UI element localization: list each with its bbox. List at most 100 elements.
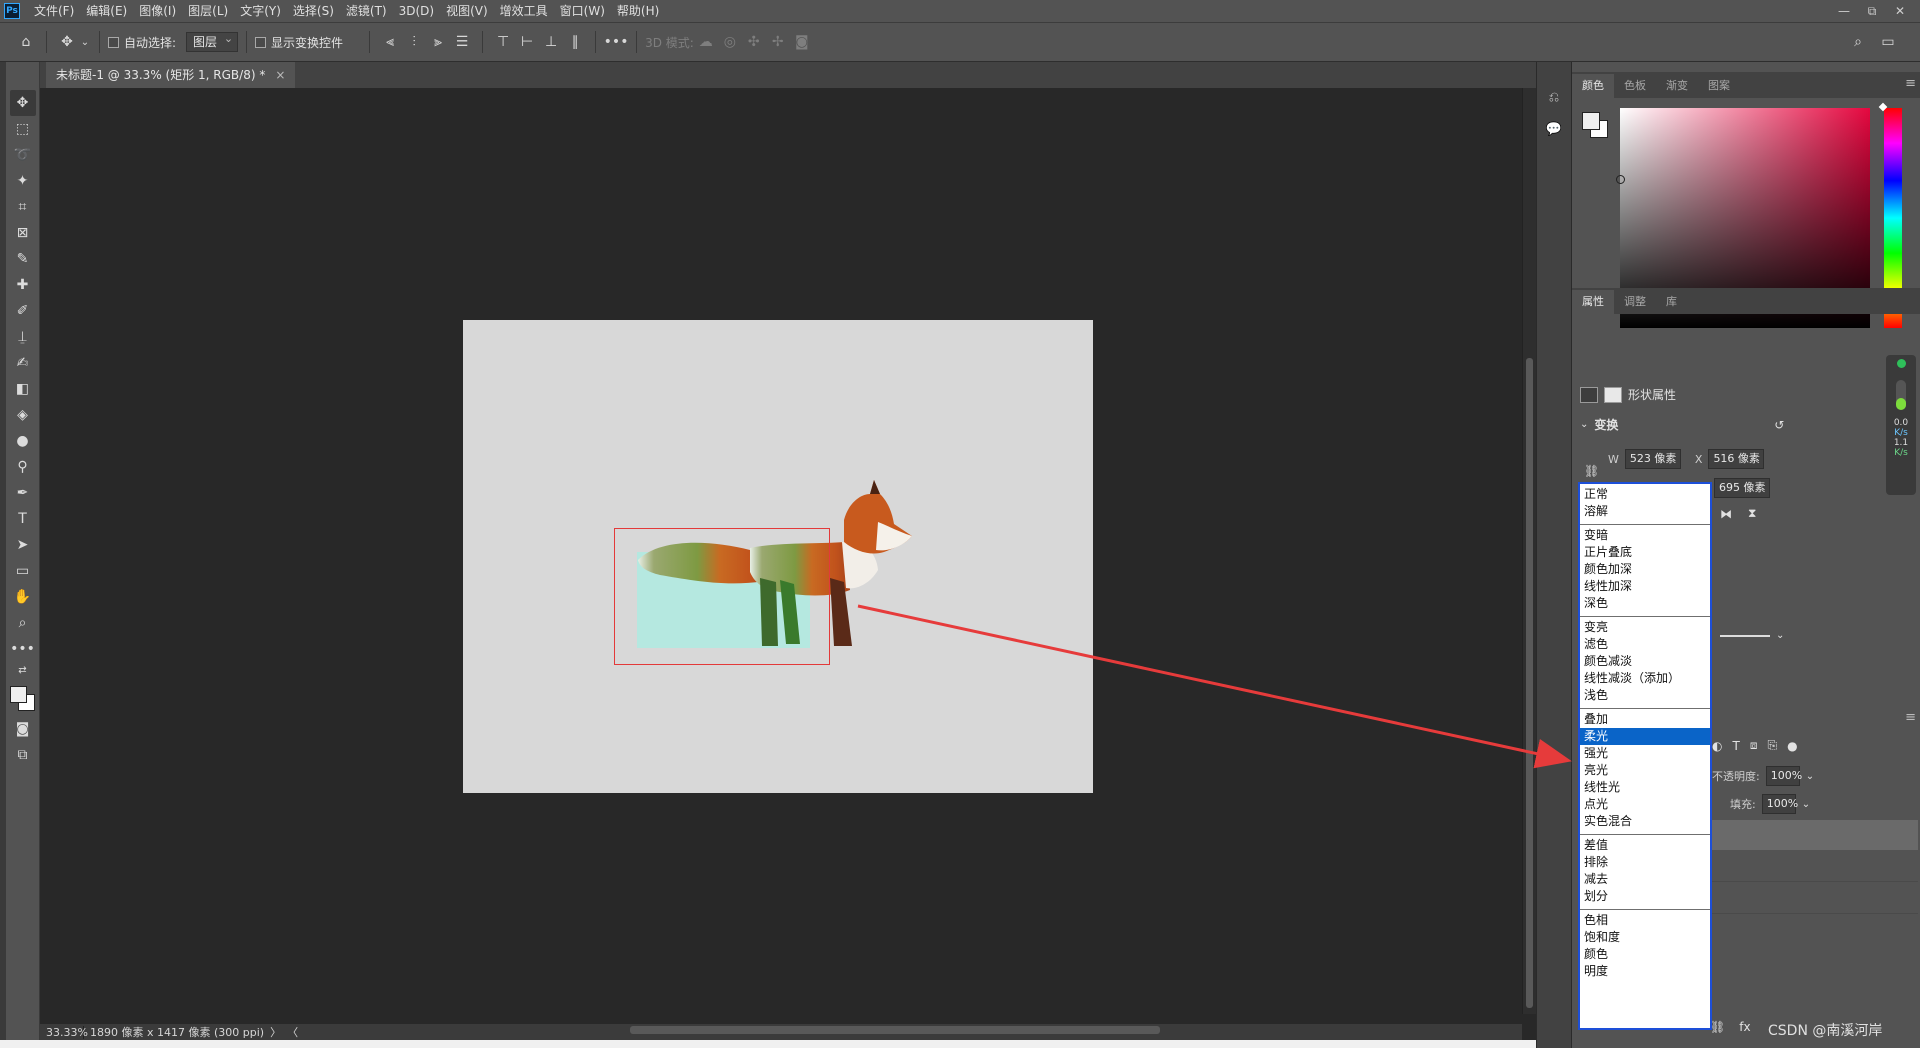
blend-item[interactable]: 浅色 bbox=[1580, 687, 1710, 704]
menu-type[interactable]: 文字(Y) bbox=[234, 0, 287, 22]
distribute-v-icon[interactable]: ☰ bbox=[450, 30, 474, 54]
zoom-tool-icon[interactable]: ⌕ bbox=[10, 610, 36, 636]
link-layers-icon[interactable]: ⛓ bbox=[1710, 1020, 1725, 1034]
horizontal-scrollbar-thumb[interactable] bbox=[630, 1026, 1160, 1034]
chevron-down-icon[interactable]: ⌄ bbox=[79, 30, 91, 54]
home-icon[interactable]: ⌂ bbox=[14, 30, 38, 54]
blend-item[interactable]: 线性加深 bbox=[1580, 578, 1710, 595]
orbit-3d-icon[interactable]: ☁ bbox=[694, 30, 718, 54]
tab-patterns[interactable]: 图案 bbox=[1698, 74, 1740, 98]
distribute-h-icon[interactable]: ∥ bbox=[563, 30, 587, 54]
zoom-level-field[interactable]: 33.33% bbox=[40, 1025, 88, 1039]
flip-horizontal-icon[interactable]: ⧓ bbox=[1720, 507, 1732, 521]
healing-brush-tool-icon[interactable]: ✚ bbox=[10, 272, 36, 298]
pan-3d-icon[interactable]: ✣ bbox=[742, 30, 766, 54]
tab-color[interactable]: 颜色 bbox=[1572, 74, 1614, 98]
minimize-button[interactable]: — bbox=[1830, 0, 1858, 22]
stroke-style-dropdown[interactable]: ⌄ bbox=[1720, 630, 1784, 641]
blend-mode-dropdown-list[interactable]: 正常 溶解 变暗 正片叠底 颜色加深 线性加深 深色 变亮 滤色 颜色减淡 线性… bbox=[1578, 482, 1712, 1030]
link-dimensions-icon[interactable]: ⛓ bbox=[1584, 464, 1599, 478]
blend-item[interactable]: 划分 bbox=[1580, 888, 1710, 905]
eraser-tool-icon[interactable]: ◧ bbox=[10, 376, 36, 402]
lasso-tool-icon[interactable]: ➰ bbox=[10, 142, 36, 168]
tab-gradients[interactable]: 渐变 bbox=[1656, 74, 1698, 98]
blend-item[interactable]: 叠加 bbox=[1580, 711, 1710, 728]
blend-item[interactable]: 变亮 bbox=[1580, 619, 1710, 636]
brush-tool-icon[interactable]: ✐ bbox=[10, 298, 36, 324]
tab-libraries[interactable]: 库 bbox=[1656, 290, 1687, 314]
menu-window[interactable]: 窗口(W) bbox=[554, 0, 611, 22]
vertical-scrollbar[interactable] bbox=[1522, 88, 1536, 1014]
blend-item[interactable]: 强光 bbox=[1580, 745, 1710, 762]
menu-filter[interactable]: 滤镜(T) bbox=[340, 0, 393, 22]
scroll-left-arrow[interactable]: 〈 bbox=[281, 1024, 298, 1040]
menu-help[interactable]: 帮助(H) bbox=[611, 0, 665, 22]
menu-3d[interactable]: 3D(D) bbox=[393, 0, 440, 22]
align-middle-v-icon[interactable]: ⊢ bbox=[515, 30, 539, 54]
tab-adjustments[interactable]: 调整 bbox=[1614, 290, 1656, 314]
reset-transform-icon[interactable]: ↺ bbox=[1774, 418, 1784, 432]
opacity-field[interactable]: 100% bbox=[1765, 766, 1802, 786]
blend-item[interactable]: 正片叠底 bbox=[1580, 544, 1710, 561]
roll-3d-icon[interactable]: ◎ bbox=[718, 30, 742, 54]
align-bottom-icon[interactable]: ⊥ bbox=[539, 30, 563, 54]
frame-tool-icon[interactable]: ⊠ bbox=[10, 220, 36, 246]
workspace-icon[interactable]: ▭ bbox=[1876, 30, 1900, 54]
dodge-tool-icon[interactable]: ⚲ bbox=[10, 454, 36, 480]
filter-shape-icon[interactable]: ⧈ bbox=[1750, 738, 1758, 753]
fill-field[interactable]: 100% bbox=[1761, 794, 1798, 814]
more-options-icon[interactable]: ••• bbox=[604, 30, 629, 54]
flip-vertical-icon[interactable]: ⧗ bbox=[1748, 506, 1756, 521]
history-panel-icon[interactable]: ⎌ bbox=[1541, 84, 1567, 110]
layers-panel-menu-icon[interactable]: ≡ bbox=[1905, 710, 1916, 725]
magic-wand-tool-icon[interactable]: ✦ bbox=[10, 168, 36, 194]
status-menu-chevron[interactable]: 〉 bbox=[264, 1024, 281, 1040]
document-info[interactable]: 1890 像素 x 1417 像素 (300 ppi) bbox=[84, 1024, 264, 1040]
show-transform-checkbox[interactable] bbox=[255, 36, 267, 48]
blend-item[interactable]: 点光 bbox=[1580, 796, 1710, 813]
blend-item[interactable]: 实色混合 bbox=[1580, 813, 1710, 830]
close-window-button[interactable]: ✕ bbox=[1886, 0, 1914, 22]
blend-item[interactable]: 排除 bbox=[1580, 854, 1710, 871]
pen-tool-icon[interactable]: ✒ bbox=[10, 480, 36, 506]
search-icon[interactable]: ⌕ bbox=[1846, 30, 1870, 54]
menu-edit[interactable]: 编辑(E) bbox=[80, 0, 133, 22]
eyedropper-tool-icon[interactable]: ✎ bbox=[10, 246, 36, 272]
menu-view[interactable]: 视图(V) bbox=[440, 0, 494, 22]
history-brush-tool-icon[interactable]: ✍ bbox=[10, 350, 36, 376]
hand-tool-icon[interactable]: ✋ bbox=[10, 584, 36, 610]
blend-item[interactable]: 滤色 bbox=[1580, 636, 1710, 653]
screen-mode-icon[interactable]: ⧉ bbox=[10, 742, 36, 768]
swap-colors-icon[interactable]: ⇄ bbox=[10, 662, 36, 678]
close-tab-icon[interactable]: × bbox=[275, 68, 285, 82]
menu-image[interactable]: 图像(I) bbox=[133, 0, 182, 22]
menu-select[interactable]: 选择(S) bbox=[287, 0, 340, 22]
width-field[interactable]: 523 像素 bbox=[1624, 449, 1681, 469]
marquee-tool-icon[interactable]: ⬚ bbox=[10, 116, 36, 142]
quick-mask-icon[interactable]: ◙ bbox=[10, 716, 36, 742]
paint-bucket-tool-icon[interactable]: ◈ bbox=[10, 402, 36, 428]
transform-icon[interactable] bbox=[1580, 386, 1598, 403]
blend-item[interactable]: 变暗 bbox=[1580, 527, 1710, 544]
blend-item[interactable]: 颜色减淡 bbox=[1580, 653, 1710, 670]
filter-smart-object-icon[interactable]: ⎘ bbox=[1767, 738, 1777, 753]
blend-item[interactable]: 亮光 bbox=[1580, 762, 1710, 779]
fx-icon[interactable]: fx bbox=[1739, 1020, 1750, 1034]
auto-select-dropdown[interactable]: 图层 bbox=[186, 30, 239, 52]
move-tool-icon[interactable]: ✥ bbox=[9, 90, 36, 116]
blend-item[interactable]: 溶解 bbox=[1580, 503, 1710, 520]
blend-item[interactable]: 正常 bbox=[1580, 486, 1710, 503]
x-position-field[interactable]: 516 像素 bbox=[1708, 449, 1765, 469]
crop-tool-icon[interactable]: ⌗ bbox=[10, 194, 36, 220]
slide-3d-icon[interactable]: ✢ bbox=[766, 30, 790, 54]
blur-tool-icon[interactable]: ● bbox=[10, 428, 36, 454]
blend-item[interactable]: 颜色 bbox=[1580, 946, 1710, 963]
align-left-icon[interactable]: ⫷ bbox=[378, 30, 402, 54]
blend-item[interactable]: 线性光 bbox=[1580, 779, 1710, 796]
blend-item[interactable]: 线性减淡（添加） bbox=[1580, 670, 1710, 687]
color-field-marker[interactable] bbox=[1616, 175, 1625, 184]
tab-swatches[interactable]: 色板 bbox=[1614, 74, 1656, 98]
menu-plugins[interactable]: 增效工具 bbox=[494, 0, 554, 22]
blend-item[interactable]: 差值 bbox=[1580, 837, 1710, 854]
blend-item[interactable]: 明度 bbox=[1580, 963, 1710, 980]
